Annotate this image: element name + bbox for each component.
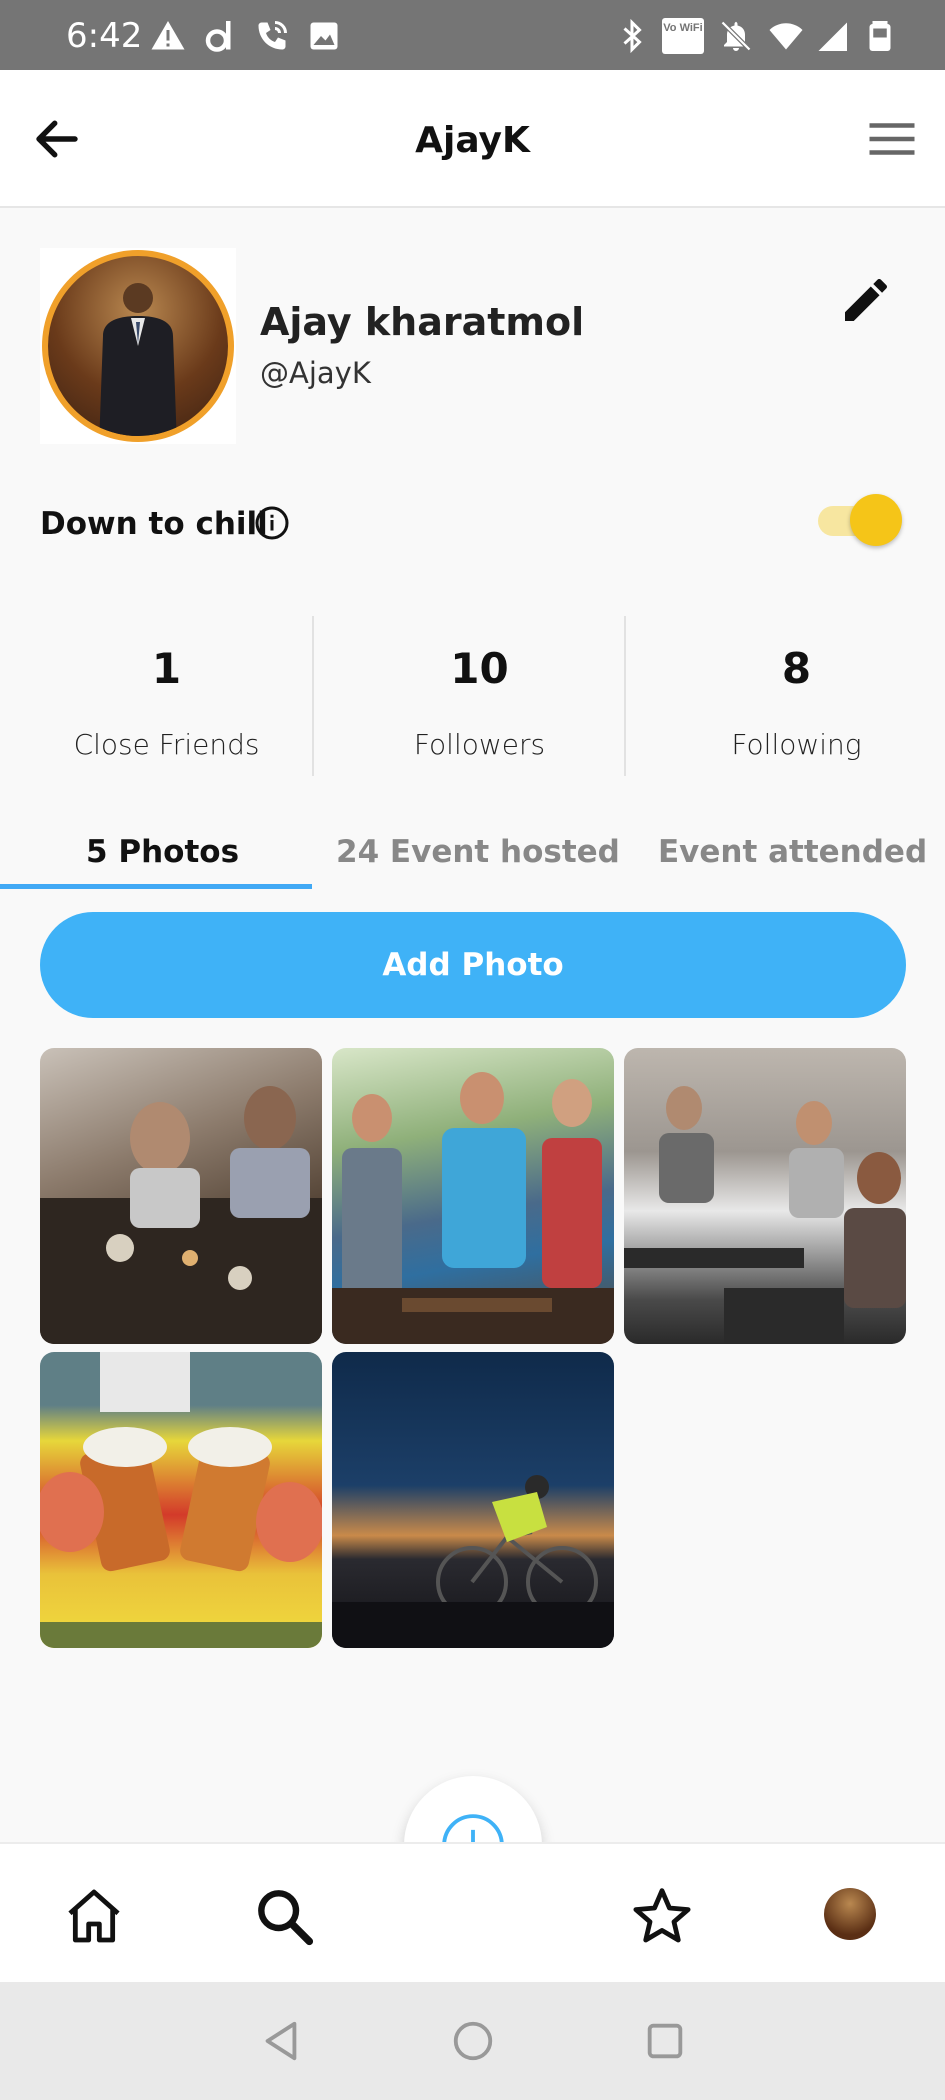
profile-nav-avatar[interactable] — [824, 1888, 876, 1940]
back-triangle-icon[interactable] — [258, 2018, 304, 2064]
profile-avatar[interactable] — [40, 248, 236, 444]
stat-label: Followers — [413, 728, 546, 761]
app-bar: AjayK — [0, 70, 945, 208]
photo-thumbnail[interactable] — [332, 1048, 614, 1344]
profile-handle: @AjayK — [260, 356, 371, 390]
recents-square-icon[interactable] — [642, 2018, 688, 2064]
photo-dinner-party — [40, 1086, 322, 1344]
profile-stats: 1 Close Friends 10 Followers 8 Following — [0, 616, 945, 776]
tab-photos[interactable]: 5 Photos — [86, 834, 239, 870]
stat-following[interactable]: 8 Following — [640, 616, 945, 776]
image-icon — [310, 22, 338, 50]
status-time: 6:42 — [66, 16, 143, 56]
stat-label: Following — [731, 728, 862, 761]
status-bar: 6:42 Vo WiFi — [0, 0, 945, 70]
down-to-chill-toggle[interactable] — [818, 494, 904, 546]
home-circle-icon[interactable] — [450, 2018, 496, 2064]
photo-thumbnail[interactable] — [332, 1352, 614, 1648]
warning-icon — [151, 21, 185, 50]
signal-icon — [818, 22, 847, 51]
wifi-calling-icon — [258, 21, 287, 50]
avatar-ring — [42, 250, 234, 442]
photo-beer-mural — [40, 1352, 322, 1648]
stat-divider — [624, 616, 626, 776]
active-tab-indicator — [0, 884, 312, 889]
stat-followers[interactable]: 10 Followers — [323, 616, 636, 776]
photo-yoga-class — [624, 1086, 906, 1344]
wifi-icon — [769, 23, 803, 50]
d-icon — [205, 21, 231, 52]
stat-value: 8 — [781, 644, 812, 693]
battery-icon — [869, 21, 891, 51]
profile-name: Ajay kharatmol — [260, 300, 585, 344]
add-photo-button[interactable]: Add Photo — [40, 912, 906, 1018]
photo-thumbnail[interactable] — [40, 1352, 322, 1648]
profile-tabs: 5 Photos 24 Event hosted Event attended — [0, 820, 945, 892]
home-icon[interactable] — [62, 1884, 126, 1948]
tab-events-hosted[interactable]: 24 Event hosted — [336, 834, 620, 870]
system-navigation-bar — [0, 1982, 945, 2100]
star-icon[interactable] — [630, 1884, 694, 1948]
stat-value: 10 — [450, 644, 509, 693]
page-title: AjayK — [415, 120, 530, 161]
bluetooth-icon — [623, 18, 642, 54]
person-silhouette-icon — [99, 283, 177, 436]
stat-divider — [312, 616, 314, 776]
toggle-knob — [850, 494, 902, 546]
hamburger-menu-icon[interactable] — [865, 112, 919, 166]
stat-label: Close Friends — [73, 728, 260, 761]
photo-bbq — [332, 1072, 614, 1344]
down-to-chill-label: Down to chill — [40, 506, 268, 542]
bottom-nav — [0, 1842, 945, 1982]
edit-pencil-icon[interactable] — [838, 272, 894, 328]
search-icon[interactable] — [252, 1884, 316, 1948]
bell-muted-icon — [720, 20, 752, 52]
info-icon[interactable] — [254, 505, 290, 541]
vowifi-icon: Vo WiFi — [662, 18, 704, 54]
stat-value: 1 — [151, 644, 182, 693]
tab-events-attended[interactable]: Event attended — [658, 834, 927, 870]
photo-thumbnail[interactable] — [40, 1048, 322, 1344]
avatar-photo — [48, 256, 228, 436]
photo-thumbnail[interactable] — [624, 1048, 906, 1344]
photo-night-cyclist — [332, 1475, 614, 1648]
stat-close-friends[interactable]: 1 Close Friends — [10, 616, 323, 776]
